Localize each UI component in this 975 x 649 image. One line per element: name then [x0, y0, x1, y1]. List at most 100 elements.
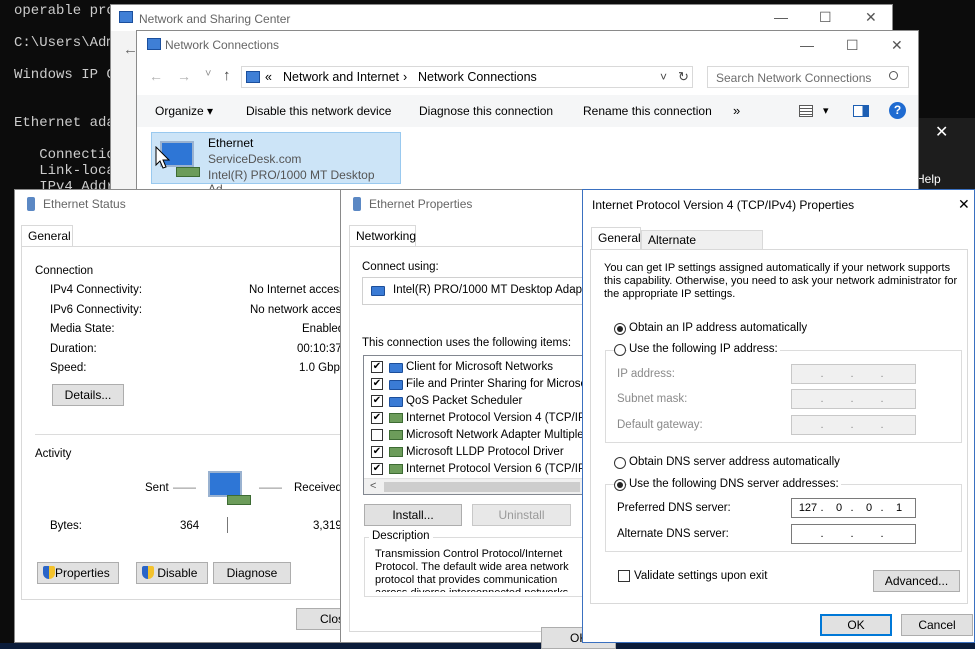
dialog-title: Ethernet Status — [43, 197, 126, 211]
checkbox[interactable]: ✔ — [371, 378, 383, 390]
checkbox[interactable]: ✔ — [371, 395, 383, 407]
tab-networking[interactable]: Networking — [349, 225, 416, 247]
obtain-dns-auto-label[interactable]: Obtain DNS server address automatically — [629, 456, 840, 468]
up-arrow-icon[interactable]: ↑ — [223, 67, 231, 84]
details-button[interactable]: Details... — [52, 384, 124, 406]
address-dropdown-icon[interactable]: ˅ — [660, 70, 667, 84]
cmd-line: Ethernet ada — [14, 115, 115, 131]
close-icon[interactable]: ✕ — [935, 122, 948, 142]
list-item[interactable]: ✔ File and Printer Sharing for Microsoft … — [364, 376, 590, 393]
radio-obtain-dns-auto[interactable] — [614, 457, 626, 469]
use-following-ip-label[interactable]: Use the following IP address: — [627, 343, 780, 355]
search-box[interactable]: Search Network Connections — [707, 66, 909, 88]
search-input[interactable]: Search Network Connections — [716, 71, 871, 85]
component-icon — [389, 362, 403, 376]
list-item[interactable]: ✔ QoS Packet Scheduler — [364, 393, 590, 410]
breadcrumb-prefix[interactable]: « — [265, 70, 272, 84]
checkbox[interactable]: ✔ — [371, 361, 383, 373]
bytes-label: Bytes: — [50, 520, 82, 532]
list-item[interactable]: ✔ Internet Protocol Version 6 (TCP/IPv6) — [364, 461, 590, 478]
list-item[interactable]: ✔ Client for Microsoft Networks — [364, 359, 590, 376]
alternate-dns-label: Alternate DNS server: — [617, 528, 729, 540]
horizontal-scrollbar[interactable]: < — [364, 478, 590, 494]
properties-button[interactable]: Properties — [37, 562, 119, 584]
scrollbar-thumb[interactable] — [384, 482, 580, 492]
search-icon — [889, 71, 898, 80]
breadcrumb-network-internet[interactable]: Network and Internet — [283, 70, 399, 84]
maximize-button[interactable]: ☐ — [846, 37, 859, 54]
subnet-mask-field: ... — [791, 389, 916, 409]
alternate-dns-field[interactable]: ... — [791, 524, 916, 544]
validate-label[interactable]: Validate settings upon exit — [634, 570, 767, 582]
ethernet-adapter-tile[interactable]: Ethernet ServiceDesk.com Intel(R) PRO/10… — [151, 132, 401, 196]
advanced-button[interactable]: Advanced... — [873, 570, 960, 592]
uac-shield-icon — [142, 566, 154, 579]
diagnose-button[interactable]: Diagnose — [213, 562, 291, 584]
list-item[interactable]: ✔ Internet Protocol Version 4 (TCP/IPv4) — [364, 410, 591, 427]
disable-button[interactable]: Disable — [136, 562, 208, 584]
close-button[interactable]: ✕ — [865, 9, 877, 26]
recent-locations-icon[interactable]: ˅ — [205, 68, 211, 80]
component-label: Internet Protocol Version 4 (TCP/IPv4) — [406, 412, 591, 424]
connection-header: Connection — [35, 265, 94, 277]
scroll-left-icon[interactable]: < — [370, 480, 376, 492]
validate-checkbox[interactable] — [618, 570, 630, 582]
checkbox[interactable] — [371, 429, 383, 441]
tab-general[interactable]: General — [21, 225, 73, 247]
list-item[interactable]: ✔ Microsoft LLDP Protocol Driver — [364, 444, 590, 461]
checkbox[interactable]: ✔ — [371, 446, 383, 458]
radio-use-following-dns[interactable] — [614, 479, 626, 491]
back-arrow-icon[interactable]: ← — [149, 68, 163, 84]
window-title: Network and Sharing Center — [139, 12, 291, 26]
network-connections-window: Network Connections — ☐ ✕ ← → ˅ ↑ « Netw… — [136, 30, 919, 196]
obtain-ip-auto-label[interactable]: Obtain an IP address automatically — [629, 322, 807, 334]
change-view-icon[interactable] — [799, 105, 813, 117]
bytes-sent-value: 364 — [180, 520, 200, 532]
install-button[interactable]: Install... — [364, 504, 462, 526]
cmd-line: Link-local — [14, 163, 124, 179]
preview-pane-icon[interactable] — [853, 105, 869, 117]
command-bar: Organize ▾ Disable this network device D… — [137, 95, 918, 127]
protocol-icon — [389, 447, 403, 457]
preferred-dns-field[interactable]: 127. 0. 0. 1 — [791, 498, 916, 518]
component-label: QoS Packet Scheduler — [406, 395, 523, 407]
organize-menu[interactable]: Organize ▾ — [155, 104, 213, 118]
component-label: Microsoft LLDP Protocol Driver — [406, 446, 564, 458]
ipv6-connectivity-label: IPv6 Connectivity: — [50, 304, 143, 316]
cmd-line: Connection — [14, 147, 124, 163]
close-button[interactable]: ✕ — [958, 196, 970, 213]
use-following-dns-label[interactable]: Use the following DNS server addresses: — [627, 478, 841, 490]
help-label[interactable]: Help — [916, 172, 941, 186]
components-list[interactable]: ✔ Client for Microsoft Networks ✔ File and… — [363, 355, 591, 495]
ip-address-label: IP address: — [617, 368, 675, 380]
tab-general[interactable]: General — [591, 227, 641, 249]
view-options-caret-icon[interactable]: ▾ — [823, 104, 829, 117]
help-icon[interactable]: ? — [889, 102, 906, 119]
breadcrumb-network-connections[interactable]: Network Connections — [418, 70, 537, 84]
maximize-button[interactable]: ☐ — [819, 9, 832, 26]
ok-button[interactable]: OK — [820, 614, 892, 636]
disable-button-label: Disable — [157, 566, 198, 580]
close-button[interactable]: ✕ — [891, 37, 903, 54]
forward-arrow-icon[interactable]: → — [177, 68, 191, 84]
radio-obtain-ip-auto[interactable] — [614, 323, 626, 335]
refresh-icon[interactable]: ↻ — [678, 69, 689, 85]
minimize-button[interactable]: — — [774, 9, 788, 25]
address-bar[interactable]: « Network and Internet › Network Connect… — [241, 66, 693, 88]
checkbox[interactable]: ✔ — [371, 463, 383, 475]
disable-device-button[interactable]: Disable this network device — [246, 104, 391, 118]
tab-alternate-configuration[interactable]: Alternate Configuration — [641, 230, 763, 261]
list-item[interactable]: Microsoft Network Adapter Multiplexor Pr… — [364, 427, 590, 444]
more-commands-button[interactable]: » — [733, 103, 740, 118]
checkbox[interactable]: ✔ — [371, 412, 383, 424]
media-state-value: Enabled — [302, 323, 345, 335]
rename-connection-button[interactable]: Rename this connection — [583, 104, 712, 118]
diagnose-connection-button[interactable]: Diagnose this connection — [419, 104, 553, 118]
minimize-button[interactable]: — — [800, 37, 814, 53]
radio-use-following-ip[interactable] — [614, 344, 626, 356]
protocol-icon — [389, 464, 403, 474]
ethernet-properties-dialog: Ethernet Properties Networking Connect u… — [340, 189, 616, 649]
ethernet-plug-icon — [353, 197, 361, 211]
protocol-icon — [389, 413, 403, 423]
cancel-button[interactable]: Cancel — [901, 614, 973, 636]
